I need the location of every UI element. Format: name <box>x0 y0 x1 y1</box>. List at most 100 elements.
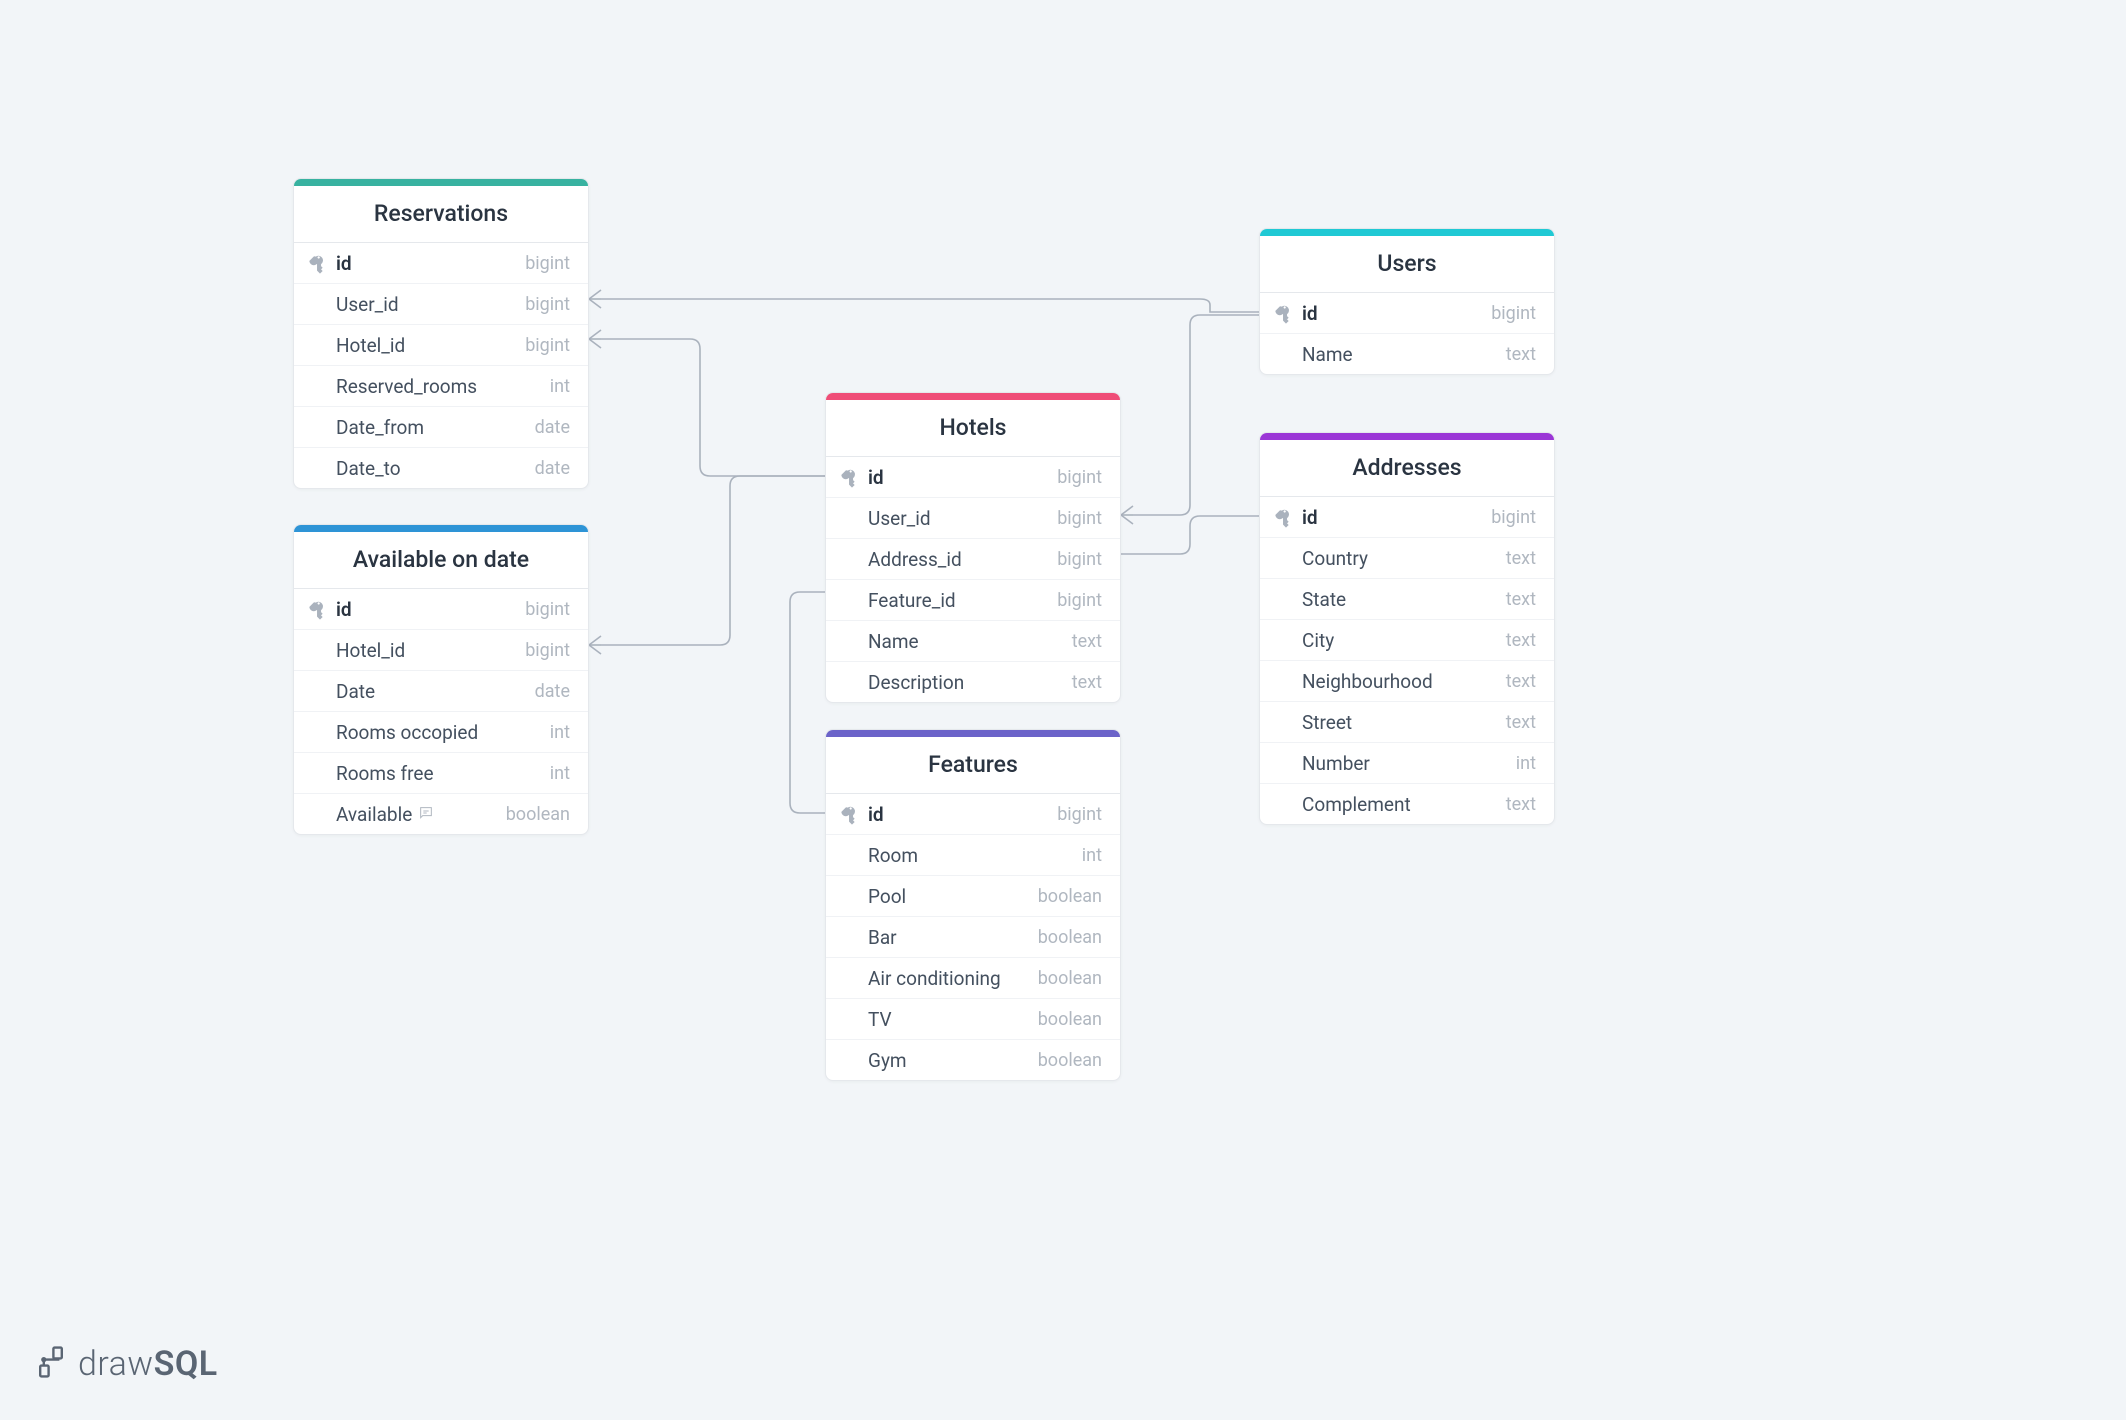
column-row[interactable]: idbigint <box>294 243 588 284</box>
column-row[interactable]: Feature_idbigint <box>826 580 1120 621</box>
column-type: int <box>550 376 570 397</box>
column-type: bigint <box>1057 508 1102 529</box>
table-color-bar <box>826 393 1120 400</box>
column-row[interactable]: Neighbourhoodtext <box>1260 661 1554 702</box>
drawsql-logo-icon <box>36 1344 66 1384</box>
column-row[interactable]: Reserved_roomsint <box>294 366 588 407</box>
column-type: text <box>1506 630 1536 651</box>
table-title[interactable]: Reservations <box>294 186 588 243</box>
column-type: bigint <box>525 599 570 620</box>
column-type: date <box>535 681 570 702</box>
column-type: bigint <box>1057 549 1102 570</box>
table-title[interactable]: Users <box>1260 236 1554 293</box>
column-row[interactable]: Streettext <box>1260 702 1554 743</box>
drawsql-logo-text: drawSQL <box>78 1344 218 1384</box>
table-title[interactable]: Available on date <box>294 532 588 589</box>
primary-key-icon <box>840 805 864 823</box>
column-type: bigint <box>1491 507 1536 528</box>
column-name: id <box>868 466 1057 489</box>
column-row[interactable]: Nametext <box>1260 334 1554 374</box>
primary-key-icon <box>1274 508 1298 526</box>
column-row[interactable]: Nametext <box>826 621 1120 662</box>
column-name: Address_id <box>868 548 1057 571</box>
diagram-canvas[interactable]: ReservationsidbigintUser_idbigintHotel_i… <box>0 0 2126 1420</box>
column-name: Bar <box>868 926 1038 949</box>
table-color-bar <box>294 525 588 532</box>
column-row[interactable]: Hotel_idbigint <box>294 630 588 671</box>
column-type: text <box>1506 589 1536 610</box>
column-type: boolean <box>1038 927 1102 948</box>
column-row[interactable]: Rooms freeint <box>294 753 588 794</box>
primary-key-icon <box>308 600 332 618</box>
column-type: boolean <box>506 804 570 825</box>
table-users[interactable]: UsersidbigintNametext <box>1259 228 1555 375</box>
column-type: boolean <box>1038 1050 1102 1071</box>
column-row[interactable]: idbigint <box>1260 497 1554 538</box>
column-row[interactable]: Numberint <box>1260 743 1554 784</box>
table-hotels[interactable]: HotelsidbigintUser_idbigintAddress_idbig… <box>825 392 1121 703</box>
column-type: date <box>535 458 570 479</box>
column-row[interactable]: Barboolean <box>826 917 1120 958</box>
column-row[interactable]: Countrytext <box>1260 538 1554 579</box>
column-row[interactable]: idbigint <box>826 794 1120 835</box>
primary-key-icon <box>840 468 864 486</box>
column-row[interactable]: Date_todate <box>294 448 588 488</box>
column-name: Reserved_rooms <box>336 375 550 398</box>
table-reservations[interactable]: ReservationsidbigintUser_idbigintHotel_i… <box>293 178 589 489</box>
column-row[interactable]: TVboolean <box>826 999 1120 1040</box>
column-row[interactable]: User_idbigint <box>294 284 588 325</box>
column-row[interactable]: Date_fromdate <box>294 407 588 448</box>
column-type: boolean <box>1038 1009 1102 1030</box>
column-type: int <box>1082 845 1102 866</box>
table-available-on-date[interactable]: Available on dateidbigintHotel_idbigintD… <box>293 524 589 835</box>
column-row[interactable]: Air conditioningboolean <box>826 958 1120 999</box>
column-name: Air conditioning <box>868 967 1038 990</box>
column-name: Neighbourhood <box>1302 670 1506 693</box>
table-title[interactable]: Features <box>826 737 1120 794</box>
table-title[interactable]: Addresses <box>1260 440 1554 497</box>
column-name: User_id <box>336 293 525 316</box>
column-row[interactable]: idbigint <box>1260 293 1554 334</box>
column-name: Complement <box>1302 793 1506 816</box>
column-type: text <box>1506 548 1536 569</box>
column-name: Feature_id <box>868 589 1057 612</box>
column-row[interactable]: Statetext <box>1260 579 1554 620</box>
column-name: Country <box>1302 547 1506 570</box>
column-type: bigint <box>525 253 570 274</box>
column-name: Gym <box>868 1049 1038 1072</box>
drawsql-watermark: drawSQL <box>36 1344 218 1384</box>
column-name: Rooms free <box>336 762 550 785</box>
column-type: bigint <box>525 335 570 356</box>
table-color-bar <box>1260 229 1554 236</box>
table-features[interactable]: FeaturesidbigintRoomintPoolbooleanBarboo… <box>825 729 1121 1081</box>
column-row[interactable]: Gymboolean <box>826 1040 1120 1080</box>
column-name: Name <box>868 630 1072 653</box>
column-name: Number <box>1302 752 1516 775</box>
column-type: text <box>1072 672 1102 693</box>
column-row[interactable]: Hotel_idbigint <box>294 325 588 366</box>
column-name: Rooms occopied <box>336 721 550 744</box>
column-row[interactable]: idbigint <box>294 589 588 630</box>
column-row[interactable]: Address_idbigint <box>826 539 1120 580</box>
column-name: Hotel_id <box>336 334 525 357</box>
column-type: int <box>550 722 570 743</box>
column-type: text <box>1506 712 1536 733</box>
column-name: Room <box>868 844 1082 867</box>
column-name: City <box>1302 629 1506 652</box>
column-row[interactable]: Rooms occopiedint <box>294 712 588 753</box>
column-row[interactable]: Roomint <box>826 835 1120 876</box>
column-row[interactable]: Poolboolean <box>826 876 1120 917</box>
column-row[interactable]: Citytext <box>1260 620 1554 661</box>
column-name: id <box>868 803 1057 826</box>
column-name: Description <box>868 671 1072 694</box>
column-row[interactable]: idbigint <box>826 457 1120 498</box>
column-row[interactable]: User_idbigint <box>826 498 1120 539</box>
table-title[interactable]: Hotels <box>826 400 1120 457</box>
column-type: bigint <box>1057 467 1102 488</box>
column-row[interactable]: Availableboolean <box>294 794 588 834</box>
column-name: Hotel_id <box>336 639 525 662</box>
column-row[interactable]: Descriptiontext <box>826 662 1120 702</box>
column-row[interactable]: Datedate <box>294 671 588 712</box>
table-addresses[interactable]: AddressesidbigintCountrytextStatetextCit… <box>1259 432 1555 825</box>
column-row[interactable]: Complementtext <box>1260 784 1554 824</box>
